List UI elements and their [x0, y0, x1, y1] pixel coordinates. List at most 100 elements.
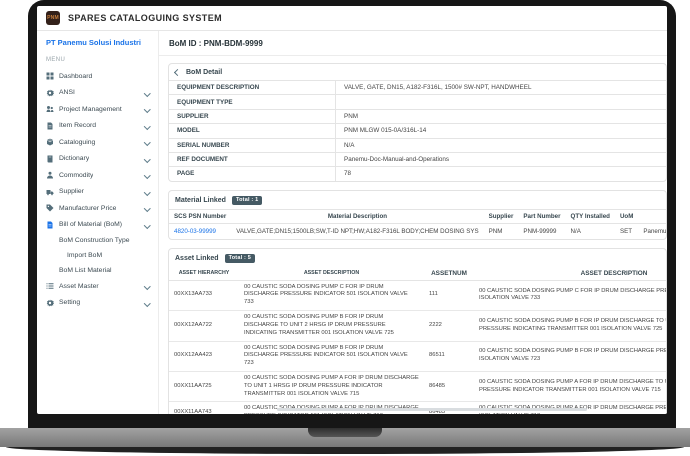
sidebar-item-label: Dashboard	[59, 73, 92, 80]
material-uom: SET	[615, 223, 638, 239]
sidebar-item-bill-of-material[interactable]: Bill of Material (BoM)	[46, 217, 151, 234]
app-title: SPARES CATALOGUING SYSTEM	[68, 13, 222, 23]
table-row: EQUIPMENT TYPE	[169, 95, 666, 109]
detail-label: SERIAL NUMBER	[169, 138, 336, 152]
cube-icon	[46, 138, 54, 146]
laptop-screen: PNM SPARES CATALOGUING SYSTEM PT Panemu …	[37, 6, 667, 414]
table-row[interactable]: 4820-03-99999 VALVE,GATE;DN15;1500LB;SW,…	[169, 223, 666, 239]
sidebar-subitem-bom-construction-type[interactable]: BoM Construction Type	[46, 233, 151, 248]
sidebar-item-project-management[interactable]: Project Management	[46, 101, 151, 118]
column-header: Part Number	[518, 209, 565, 223]
gear-icon	[46, 89, 54, 97]
sidebar-subitem-bom-list-material[interactable]: BoM List Material	[46, 263, 151, 278]
column-header: Material Description	[231, 209, 483, 223]
asset-description: 00 CAUSTIC SODA DOSING PUMP B FOR IP DRU…	[239, 311, 424, 341]
sidebar-item-commodity[interactable]: Commodity	[46, 167, 151, 184]
asset-description-2: 00 CAUSTIC SODA DOSING PUMP B FOR IP DRU…	[474, 311, 666, 341]
table-row[interactable]: 00XX12AA722 00 CAUSTIC SODA DOSING PUMP …	[169, 311, 666, 341]
table-row: SUPPLIER PNM	[169, 109, 666, 123]
sidebar-item-label: Project Management	[59, 106, 122, 113]
sidebar-item-cataloguing[interactable]: Cataloguing	[46, 134, 151, 151]
asset-description-2: 00 CAUSTIC SODA DOSING PUMP B FOR IP DRU…	[474, 341, 666, 371]
sidebar-item-supplier[interactable]: Supplier	[46, 184, 151, 201]
material-qty-installed: N/A	[566, 223, 615, 239]
chevron-down-icon	[144, 189, 150, 195]
sidebar-item-label: Setting	[59, 299, 80, 306]
sidebar-item-label: Manufacturer Price	[59, 205, 116, 212]
truck-icon	[46, 188, 54, 196]
material-supplier: PNM	[484, 223, 519, 239]
asset-hierarchy: 00XX11AA743	[169, 402, 239, 414]
table-row[interactable]: 00XX12AA423 00 CAUSTIC SODA DOSING PUMP …	[169, 341, 666, 371]
sidebar-subitem-import-bom[interactable]: Import BoM	[46, 248, 151, 263]
bom-detail-table: EQUIPMENT DESCRIPTION VALVE, GATE, DN15,…	[169, 80, 666, 181]
page-title: BoM ID : PNM-BDM-9999	[159, 31, 667, 56]
asset-linked-card: Asset Linked Total : 5 ASSET HIERARCHY A…	[168, 248, 667, 414]
detail-value: 78	[336, 167, 667, 181]
app-header: PNM SPARES CATALOGUING SYSTEM	[37, 6, 667, 31]
asset-total-badge: Total : 5	[225, 254, 255, 263]
asset-description: 00 CAUSTIC SODA DOSING PUMP A FOR IP DRU…	[239, 371, 424, 401]
column-header: UoM	[615, 209, 638, 223]
table-row[interactable]: 00XX13AA733 00 CAUSTIC SODA DOSING PUMP …	[169, 280, 666, 310]
settings-gear-icon	[46, 299, 54, 307]
sidebar-item-manufacturer-price[interactable]: Manufacturer Price	[46, 200, 151, 217]
laptop-base-edge	[6, 447, 684, 454]
asset-linked-title: Asset Linked	[175, 255, 219, 262]
dashboard-icon	[46, 72, 54, 80]
asset-num: 111	[424, 280, 474, 310]
material-total-badge: Total : 1	[232, 196, 262, 205]
detail-label: REF DOCUMENT	[169, 152, 336, 166]
sidebar-item-dashboard[interactable]: Dashboard	[46, 68, 151, 85]
detail-value: N/A	[336, 138, 667, 152]
main-content: BoM ID : PNM-BDM-9999 BoM Detail EQUIPME…	[159, 31, 667, 414]
sidebar-item-asset-master[interactable]: Asset Master	[46, 278, 151, 295]
asset-description-2: 00 CAUSTIC SODA DOSING PUMP C FOR IP DRU…	[474, 280, 666, 310]
detail-label: MODEL	[169, 124, 336, 138]
detail-label: SUPPLIER	[169, 109, 336, 123]
chevron-down-icon	[144, 123, 150, 129]
asset-description-2: 00 CAUSTIC SODA DOSING PUMP A FOR IP DRU…	[474, 371, 666, 401]
column-header: ASSET HIERARCHY	[169, 267, 239, 281]
chevron-down-icon	[144, 139, 150, 145]
chevron-down-icon	[144, 90, 150, 96]
psn-number-link[interactable]: 4820-03-99999	[174, 228, 216, 235]
column-header: QTY Installed	[566, 209, 615, 223]
bom-detail-card: BoM Detail EQUIPMENT DESCRIPTION VALVE, …	[168, 63, 667, 182]
detail-value: VALVE, GATE, DN15, A182-F316L, 1500# SW-…	[336, 81, 667, 95]
person-icon	[46, 171, 54, 179]
laptop-bezel: PNM SPARES CATALOGUING SYSTEM PT Panemu …	[28, 0, 676, 428]
bom-detail-title: BoM Detail	[186, 69, 222, 76]
detail-value	[336, 95, 667, 109]
asset-description: 00 CAUSTIC SODA DOSING PUMP B FOR IP DRU…	[239, 341, 424, 371]
sidebar-item-label: Supplier	[59, 188, 84, 195]
asset-description: 00 CAUSTIC SODA DOSING PUMP C FOR IP DRU…	[239, 280, 424, 310]
asset-num: 2222	[424, 311, 474, 341]
material-description: VALVE,GATE;DN15;1500LB;SW,T-ID NPT;HW;A1…	[231, 223, 483, 239]
bom-file-icon	[46, 221, 54, 229]
asset-hierarchy: 00XX12AA423	[169, 341, 239, 371]
column-header: Supplier	[484, 209, 519, 223]
company-name: PT Panemu Solusi Industri	[46, 38, 151, 47]
back-chevron-icon[interactable]	[174, 69, 181, 76]
detail-label: PAGE	[169, 167, 336, 181]
sidebar-item-setting[interactable]: Setting	[46, 295, 151, 312]
asset-num: 86511	[424, 341, 474, 371]
detail-value: Panemu-Doc-Manual-and-Operations	[336, 152, 667, 166]
horizontal-scrollbar[interactable]	[277, 408, 587, 411]
material-linked-table: SCS PSN Number Material Description Supp…	[169, 209, 666, 239]
table-row[interactable]: 00XX11AA725 00 CAUSTIC SODA DOSING PUMP …	[169, 371, 666, 401]
sidebar-item-label: Item Record	[59, 122, 96, 129]
sidebar-item-ansi[interactable]: ANSI	[46, 85, 151, 102]
detail-value: PNM MLGW 015-0A/316L-14	[336, 124, 667, 138]
column-header: ASSETNUM	[424, 267, 474, 281]
chevron-down-icon	[144, 283, 150, 289]
chevron-down-icon	[144, 300, 150, 306]
column-header: ASSET DESCRIPTION	[239, 267, 424, 281]
sidebar-item-item-record[interactable]: Item Record	[46, 118, 151, 135]
chevron-down-icon	[144, 106, 150, 112]
material-part-number: PNM-99999	[518, 223, 565, 239]
material-linked-title: Material Linked	[175, 197, 226, 204]
sidebar-item-dictionary[interactable]: Dictionary	[46, 151, 151, 168]
sidebar-item-label: Cataloguing	[59, 139, 95, 146]
